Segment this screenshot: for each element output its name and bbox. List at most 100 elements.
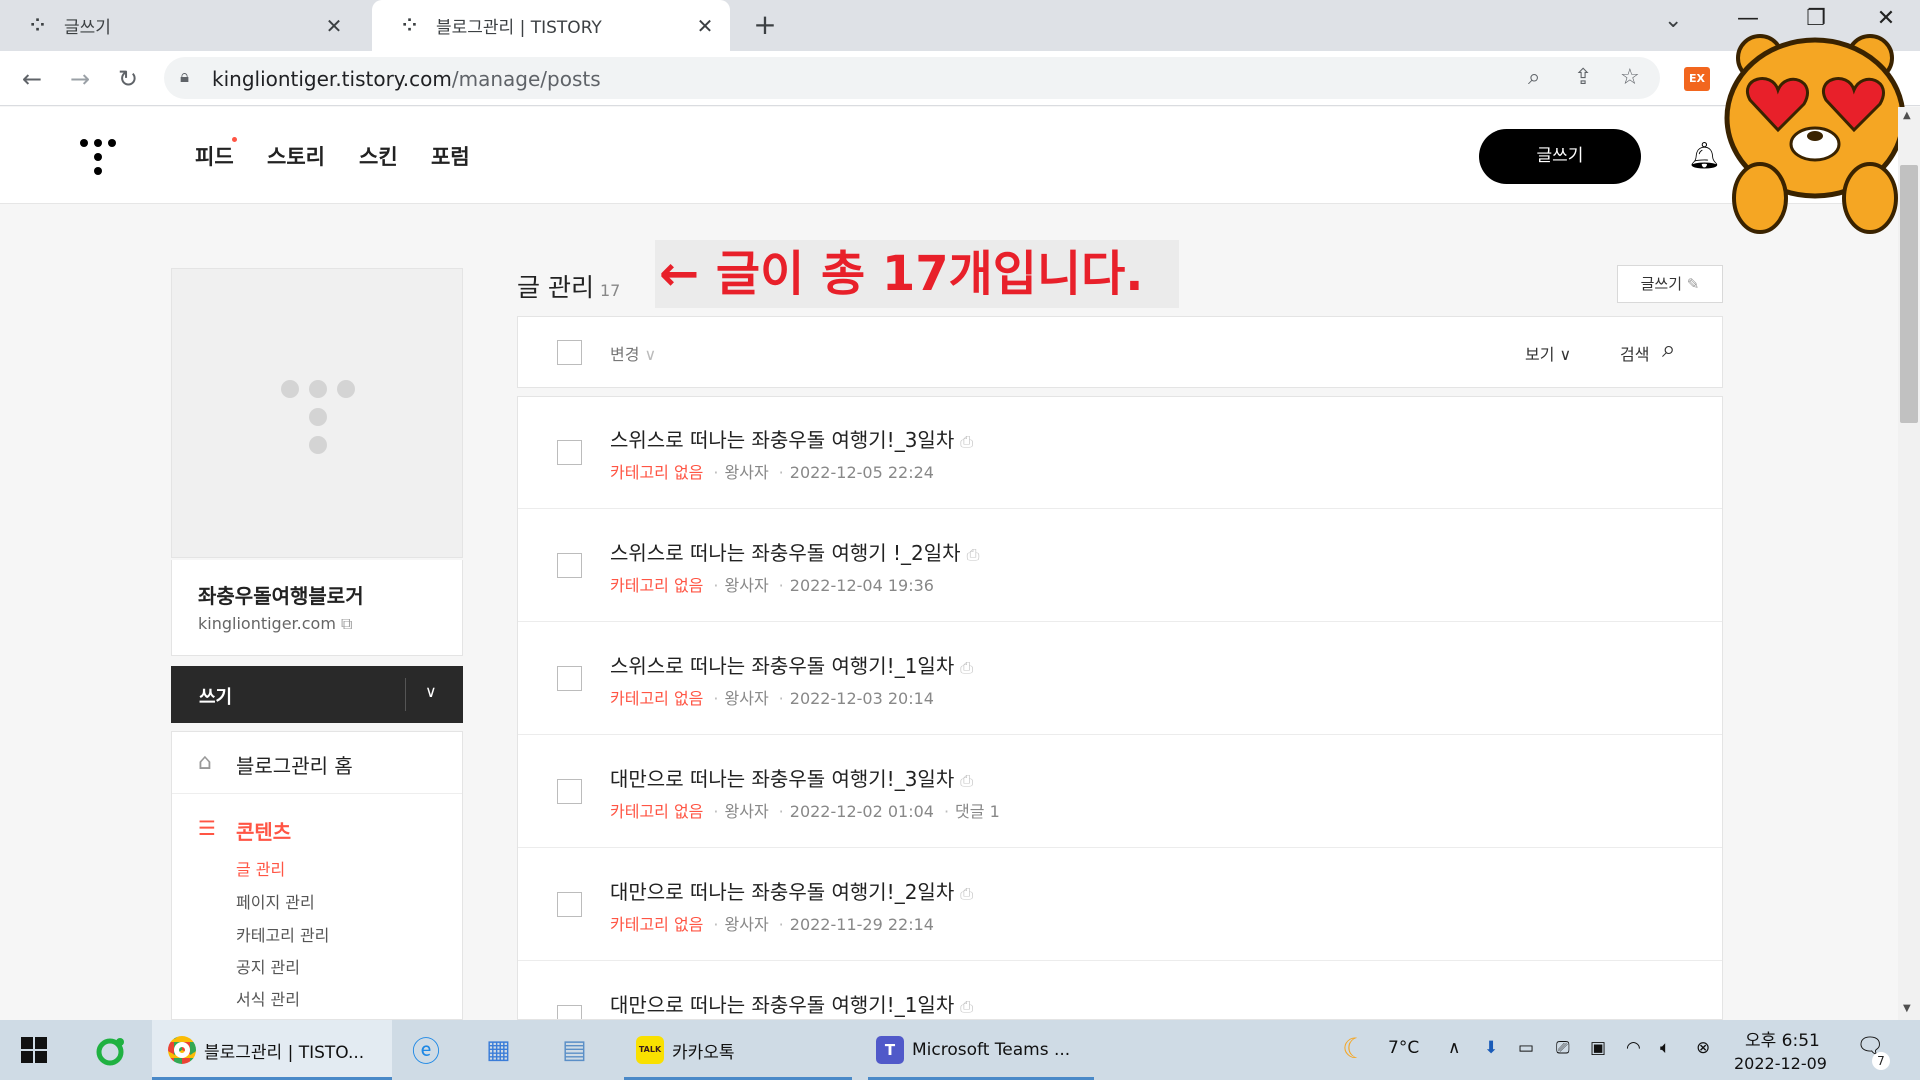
scroll-up-arrow-icon[interactable]: ▲ [1903, 110, 1911, 121]
url-text[interactable]: kingliontiger.tistory.com/manage/posts [212, 67, 601, 91]
close-tab-icon[interactable]: ✕ [690, 14, 720, 38]
nav-skin[interactable]: 스킨 [359, 141, 398, 171]
clock-date[interactable]: 2022-12-09 [1734, 1054, 1827, 1073]
weather-temperature[interactable]: 7°C [1388, 1038, 1419, 1058]
sidebar-item-content[interactable]: 콘텐츠 [236, 816, 291, 845]
post-category[interactable]: 카테고리 없음 [610, 802, 703, 821]
lock-icon[interactable]: 🔒︎ [180, 67, 189, 87]
blog-url-link[interactable]: kingliontiger.com ⧉ [198, 614, 352, 634]
tray-chevron-up-icon[interactable]: ∧ [1448, 1038, 1460, 1058]
table-row[interactable]: 스위스로 떠나는 좌충우돌 여행기 !_2일차 ⎙ 카테고리 없음 · 왕사자 · 202… [518, 510, 1722, 622]
sidebar-item-label: 블로그관리 홈 [236, 754, 353, 778]
close-tab-icon[interactable]: ✕ [319, 14, 349, 38]
nav-story[interactable]: 스토리 [267, 141, 325, 171]
post-checkbox[interactable] [557, 1005, 582, 1019]
tistory-logo-icon[interactable] [78, 137, 118, 177]
post-title-link[interactable]: 대만으로 떠나는 좌충우돌 여행기!_2일차 ⎙ [610, 876, 973, 905]
post-title-link[interactable]: 대만으로 떠나는 좌충우돌 여행기!_1일차 ⎙ [610, 989, 973, 1018]
post-title-link[interactable]: 대만으로 떠나는 좌충우돌 여행기!_3일차 ⎙ [610, 763, 973, 792]
taskbar-kakaotalk[interactable]: TALK 카카오톡 [624, 1020, 852, 1080]
separator: · [713, 463, 719, 482]
browser-tab-write[interactable]: ⁘ 글쓰기 ✕ [0, 0, 359, 51]
search-button[interactable]: 검색 [1620, 341, 1649, 365]
battery-icon[interactable]: ▭ [1518, 1038, 1534, 1058]
weather-moon-icon[interactable]: ☾ [1342, 1032, 1367, 1065]
submenu-template-manage[interactable]: 서식 관리 [236, 986, 300, 1010]
post-author: 왕사자 [724, 463, 769, 482]
post-category[interactable]: 카테고리 없음 [610, 915, 703, 934]
post-checkbox[interactable] [557, 440, 582, 465]
submenu-post-manage[interactable]: 글 관리 [236, 856, 285, 880]
home-icon: ⌂ [198, 750, 212, 775]
windows-start-icon[interactable] [20, 1036, 48, 1064]
file-app-icon[interactable]: ▤ [562, 1020, 598, 1080]
select-all-checkbox[interactable] [557, 340, 582, 365]
post-category[interactable]: 카테고리 없음 [610, 689, 703, 708]
tab-search-chevron-icon[interactable]: ⌄ [1664, 8, 1682, 33]
download-icon[interactable]: ⬇ [1484, 1038, 1498, 1058]
forward-arrow-icon[interactable]: → [62, 61, 98, 97]
table-row[interactable]: 대만으로 떠나는 좌충우돌 여행기!_2일차 ⎙ 카테고리 없음 · 왕사자 · 2022… [518, 849, 1722, 961]
post-list: 스위스로 떠나는 좌충우돌 여행기!_3일차 ⎙ 카테고리 없음 · 왕사자 · 2022… [517, 396, 1723, 1020]
control-panel-icon[interactable]: ▦ [486, 1020, 522, 1080]
post-category[interactable]: 카테고리 없음 [610, 576, 703, 595]
nav-feed[interactable]: 피드 [195, 141, 234, 171]
zoom-icon[interactable]: ⌕ [1528, 65, 1540, 90]
address-bar[interactable]: 🔒︎ kingliontiger.tistory.com/manage/post… [164, 57, 1660, 99]
edge-icon[interactable]: ⓔ [412, 1020, 448, 1080]
nav-forum[interactable]: 포럼 [431, 141, 470, 171]
screen-icon[interactable]: ▣ [1590, 1038, 1606, 1058]
change-dropdown[interactable]: 변경 ∨ [610, 341, 656, 365]
green-app-icon[interactable] [96, 1036, 126, 1066]
post-title-link[interactable]: 스위스로 떠나는 좌충우돌 여행기!_3일차 ⎙ [610, 424, 973, 453]
separator: · [778, 802, 784, 821]
reload-icon[interactable]: ↻ [110, 61, 146, 97]
browser-tab-blog-manage[interactable]: ⁘ 블로그관리 | TISTORY ✕ [372, 0, 730, 51]
no-network-icon[interactable]: ⊗ [1696, 1038, 1710, 1058]
post-title-link[interactable]: 스위스로 떠나는 좌충우돌 여행기 !_2일차 ⎙ [610, 537, 979, 566]
scrollbar-thumb[interactable] [1900, 165, 1918, 423]
share-icon[interactable]: ⇪ [1574, 65, 1592, 90]
post-category[interactable]: 카테고리 없음 [610, 463, 703, 482]
post-checkbox[interactable] [557, 553, 582, 578]
submenu-notice-manage[interactable]: 공지 관리 [236, 954, 300, 978]
new-tab-plus-icon[interactable]: + [748, 8, 782, 42]
post-author: 왕사자 [724, 802, 769, 821]
sidebar-item-home[interactable]: ⌂ 블로그관리 홈 [172, 732, 462, 794]
chevron-down-icon[interactable]: ∨ [425, 682, 437, 701]
submenu-page-manage[interactable]: 페이지 관리 [236, 889, 315, 913]
blog-profile-image[interactable] [171, 268, 463, 558]
submenu-category-manage[interactable]: 카테고리 관리 [236, 922, 329, 946]
post-checkbox[interactable] [557, 666, 582, 691]
search-icon[interactable]: ⌕ [1662, 335, 1675, 363]
post-count: 17 [599, 281, 621, 300]
sidebar-write-button[interactable]: 쓰기 ∨ [171, 666, 463, 723]
post-checkbox[interactable] [557, 779, 582, 804]
extension-icon[interactable]: EX [1684, 67, 1710, 91]
attachment-clip-icon: ⎙ [966, 545, 980, 564]
bell-icon[interactable]: 🔔︎ [1688, 141, 1721, 171]
write-post-button[interactable]: 글쓰기 [1479, 129, 1641, 184]
post-title-link[interactable]: 스위스로 떠나는 좌충우돌 여행기!_1일차 ⎙ [610, 650, 973, 679]
wifi-icon[interactable]: ◠ [1626, 1038, 1641, 1058]
post-checkbox[interactable] [557, 892, 582, 917]
post-title: 대만으로 떠나는 좌충우돌 여행기!_3일차 [610, 767, 955, 791]
table-row[interactable]: 대만으로 떠나는 좌충우돌 여행기!_3일차 ⎙ 카테고리 없음 · 왕사자 · 2022… [518, 736, 1722, 848]
view-dropdown[interactable]: 보기 ∨ [1525, 341, 1571, 365]
separator: · [713, 689, 719, 708]
camera-icon[interactable]: ⎚ [1556, 1038, 1570, 1058]
volume-icon[interactable]: 🔈︎ [1660, 1038, 1670, 1058]
scroll-down-arrow-icon[interactable]: ▼ [1903, 1003, 1911, 1014]
post-comments-link[interactable]: 댓글 1 [955, 802, 1000, 821]
browser-tab-strip: ⁘ 글쓰기 ✕ ⁘ 블로그관리 | TISTORY ✕ + ⌄ — ❐ ✕ [0, 0, 1920, 51]
back-arrow-icon[interactable]: ← [14, 61, 50, 97]
table-row[interactable]: 대만으로 떠나는 좌충우돌 여행기!_1일차 ⎙ [518, 962, 1722, 1019]
taskbar-chrome[interactable]: 블로그관리 | TISTO... [152, 1020, 392, 1080]
table-row[interactable]: 스위스로 떠나는 좌충우돌 여행기!_1일차 ⎙ 카테고리 없음 · 왕사자 · 2022… [518, 623, 1722, 735]
taskbar-teams[interactable]: T Microsoft Teams ... [868, 1020, 1094, 1080]
table-row[interactable]: 스위스로 떠나는 좌충우돌 여행기!_3일차 ⎙ 카테고리 없음 · 왕사자 · 2022… [518, 397, 1722, 509]
clock-time[interactable]: 오후 6:51 [1745, 1026, 1820, 1051]
external-link-icon: ⧉ [341, 614, 353, 633]
bookmark-star-icon[interactable]: ☆ [1620, 65, 1640, 90]
write-button[interactable]: 글쓰기 ✎ [1617, 265, 1723, 303]
